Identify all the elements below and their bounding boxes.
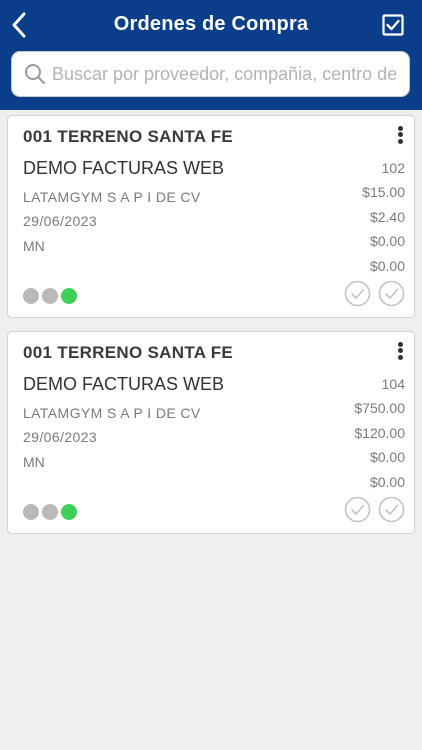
status-dot-green [61, 504, 77, 520]
search-icon [25, 64, 46, 85]
order-amount: $120.00 [354, 424, 405, 441]
order-code: 001 TERRENO SANTA FE [23, 127, 234, 146]
order-code: 001 TERRENO SANTA FE [23, 343, 234, 362]
check-circle-icon[interactable] [378, 280, 405, 307]
search-bar [11, 51, 410, 97]
check-circle-icon[interactable] [378, 496, 405, 523]
order-supplier: DEMO FACTURAS WEB [23, 374, 225, 394]
order-currency: MN [23, 238, 45, 254]
status-dot-gray [42, 504, 58, 520]
checkbox-checked-icon[interactable] [382, 14, 404, 36]
status-dots [23, 504, 80, 520]
approval-checks [337, 496, 405, 523]
status-dot-gray [42, 288, 58, 304]
order-date: 29/06/2023 [23, 213, 98, 229]
order-number: 104 [381, 376, 405, 392]
order-company: LATAMGYM S A P I DE CV [23, 189, 201, 205]
order-card[interactable]: 001 TERRENO SANTA FE DEMO FACTURAS WEB L… [7, 115, 415, 318]
more-options-icon[interactable] [394, 124, 406, 148]
order-amount: $2.40 [369, 208, 405, 225]
status-dot-gray [23, 504, 39, 520]
status-dots [23, 288, 80, 304]
order-amount: $0.00 [369, 233, 405, 250]
order-date: 29/06/2023 [23, 429, 98, 445]
status-dot-gray [23, 288, 39, 304]
order-values: 104 $750.00 $120.00 $0.00 $0.00 [354, 376, 405, 498]
search-input[interactable] [52, 54, 402, 94]
approval-checks [337, 280, 405, 307]
order-company: LATAMGYM S A P I DE CV [23, 405, 201, 421]
check-circle-icon[interactable] [344, 496, 371, 523]
order-values: 102 $15.00 $2.40 $0.00 $0.00 [362, 160, 405, 282]
order-amount: $15.00 [362, 184, 405, 201]
page-title: Ordenes de Compra [113, 13, 309, 35]
more-options-icon[interactable] [394, 340, 406, 364]
order-amount: $0.00 [369, 449, 405, 466]
order-amount: $750.00 [354, 400, 405, 417]
check-circle-icon[interactable] [344, 280, 371, 307]
order-amount: $0.00 [369, 473, 405, 490]
order-card[interactable]: 001 TERRENO SANTA FE DEMO FACTURAS WEB L… [7, 331, 415, 534]
header-bar: Ordenes de Compra [0, 0, 422, 110]
order-number: 102 [381, 160, 405, 176]
order-supplier: DEMO FACTURAS WEB [23, 158, 225, 178]
order-currency: MN [23, 454, 45, 470]
order-amount: $0.00 [369, 257, 405, 274]
status-dot-green [61, 288, 77, 304]
